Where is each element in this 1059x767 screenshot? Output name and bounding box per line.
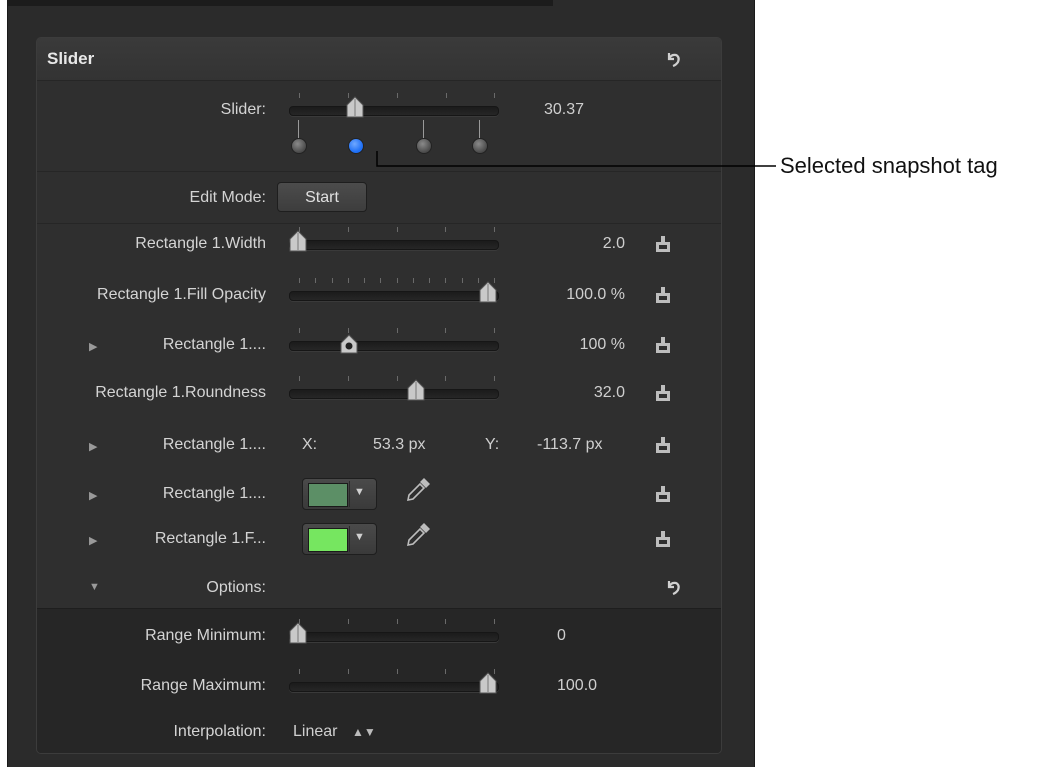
callout-line [376, 151, 776, 167]
callout-label: Selected snapshot tag [780, 153, 998, 178]
